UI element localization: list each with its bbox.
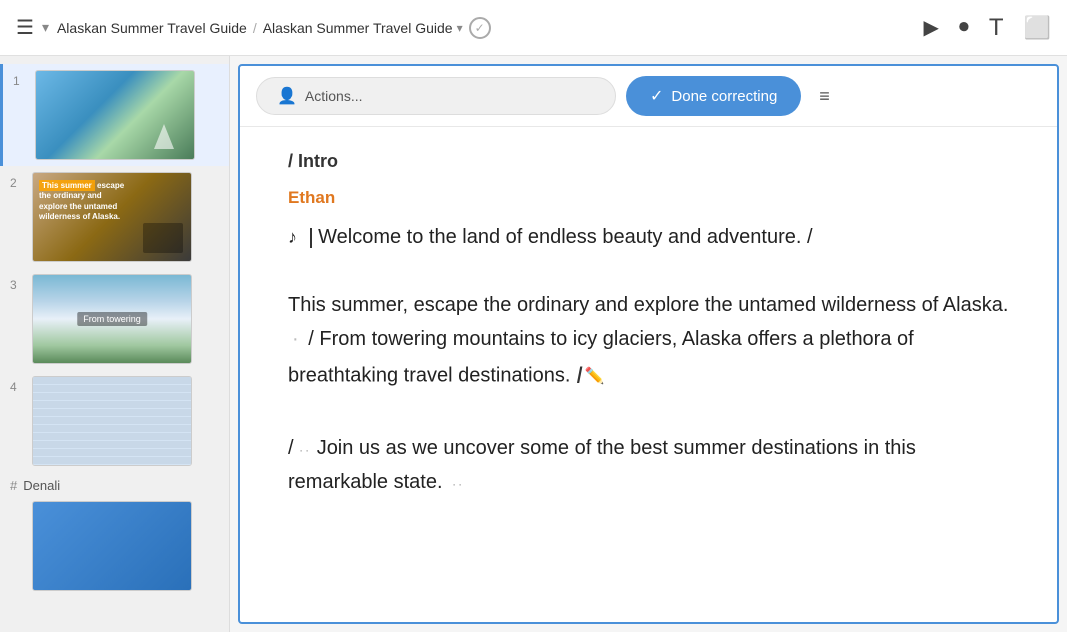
text-icon[interactable]: T <box>989 14 1004 42</box>
done-correcting-button[interactable]: ✓ Done correcting <box>626 76 801 116</box>
chevron-down-icon[interactable]: ▾ <box>42 19 49 36</box>
topbar-left: ☰ ▾ <box>16 15 49 40</box>
slide-item-2[interactable]: 2 This summer escapethe ordinary andexpl… <box>0 166 229 268</box>
content-toolbar: 👤 Actions... ✓ Done correcting ≡ <box>240 66 1057 127</box>
script-text-part1: Welcome to the land of endless beauty an… <box>318 226 812 248</box>
section-name: Denali <box>23 478 60 493</box>
slide-thumbnail-2: This summer escapethe ordinary andexplor… <box>32 172 192 262</box>
breadcrumb: Alaskan Summer Travel Guide / Alaskan Su… <box>57 17 916 39</box>
menu-icon[interactable]: ☰ <box>16 15 34 40</box>
record-icon[interactable]: ⏺ <box>959 16 969 39</box>
done-label: Done correcting <box>671 88 777 105</box>
content-panel: 👤 Actions... ✓ Done correcting ≡ / Intro… <box>238 64 1059 624</box>
script-text-part2: This summer, escape the ordinary and exp… <box>288 294 1008 316</box>
slide-thumbnail-3: From towering <box>32 274 192 364</box>
actions-person-icon: 👤 <box>277 86 297 106</box>
main: 1 2 This summer escapethe ordinary andex… <box>0 56 1067 632</box>
music-note-icon: ♪ <box>288 227 297 247</box>
done-check-icon: ✓ <box>650 86 663 106</box>
slide-number-4: 4 <box>10 376 24 394</box>
edit-cursor: I ✏️ <box>576 356 605 397</box>
pencil-icon: ✏️ <box>585 363 605 390</box>
i-beam-cursor: I <box>576 356 583 397</box>
actions-label: Actions... <box>305 88 363 104</box>
slide-number-2: 2 <box>10 172 24 190</box>
hash-icon: # <box>10 478 17 493</box>
slide-item-5[interactable] <box>0 495 229 597</box>
slides-sidebar: 1 2 This summer escapethe ordinary andex… <box>0 56 230 632</box>
breadcrumb-item-1[interactable]: Alaskan Summer Travel Guide <box>57 20 247 36</box>
section-title: / Intro <box>288 151 338 171</box>
breadcrumb-item-2-container[interactable]: Alaskan Summer Travel Guide ▾ <box>263 20 463 36</box>
script-text-part4: / <box>288 437 299 459</box>
slide-item-3[interactable]: 3 From towering <box>0 268 229 370</box>
slide-number-1: 1 <box>13 70 27 88</box>
actions-button[interactable]: 👤 Actions... <box>256 77 616 115</box>
play-icon[interactable]: ▶ <box>924 15 939 40</box>
script-text-part5: Join us as we uncover some of the best s… <box>288 437 916 493</box>
script-divider: · <box>292 328 299 350</box>
speaker-name: Ethan <box>288 188 1009 208</box>
cursor-line <box>310 228 312 248</box>
slide-number-3: 3 <box>10 274 24 292</box>
slide-number-5 <box>10 501 24 505</box>
slide-item-1[interactable]: 1 <box>0 64 229 166</box>
section-header: / Intro <box>288 151 1009 172</box>
breadcrumb-arrow-icon: ▾ <box>457 21 463 35</box>
frame-icon[interactable]: ⬜ <box>1024 15 1051 41</box>
check-status-icon: ✓ <box>469 17 491 39</box>
list-view-button[interactable]: ≡ <box>811 82 838 111</box>
topbar: ☰ ▾ Alaskan Summer Travel Guide / Alaska… <box>0 0 1067 56</box>
breadcrumb-separator-1: / <box>253 20 257 36</box>
script-content: / Intro Ethan ♪ Welcome to the land of e… <box>240 127 1057 622</box>
slide-thumbnail-1 <box>35 70 195 160</box>
slide-thumbnail-5 <box>32 501 192 591</box>
slide-item-4[interactable]: 4 <box>0 370 229 472</box>
ellipsis-1: ·· <box>299 443 311 457</box>
breadcrumb-item-2: Alaskan Summer Travel Guide <box>263 20 453 36</box>
script-body[interactable]: ♪ Welcome to the land of endless beauty … <box>288 220 1009 499</box>
slide-thumbnail-4 <box>32 376 192 466</box>
denali-section-label: # Denali <box>0 472 229 495</box>
ellipsis-2: ·· <box>452 477 464 491</box>
topbar-icons: ▶ ⏺ T ⬜ <box>924 14 1051 42</box>
